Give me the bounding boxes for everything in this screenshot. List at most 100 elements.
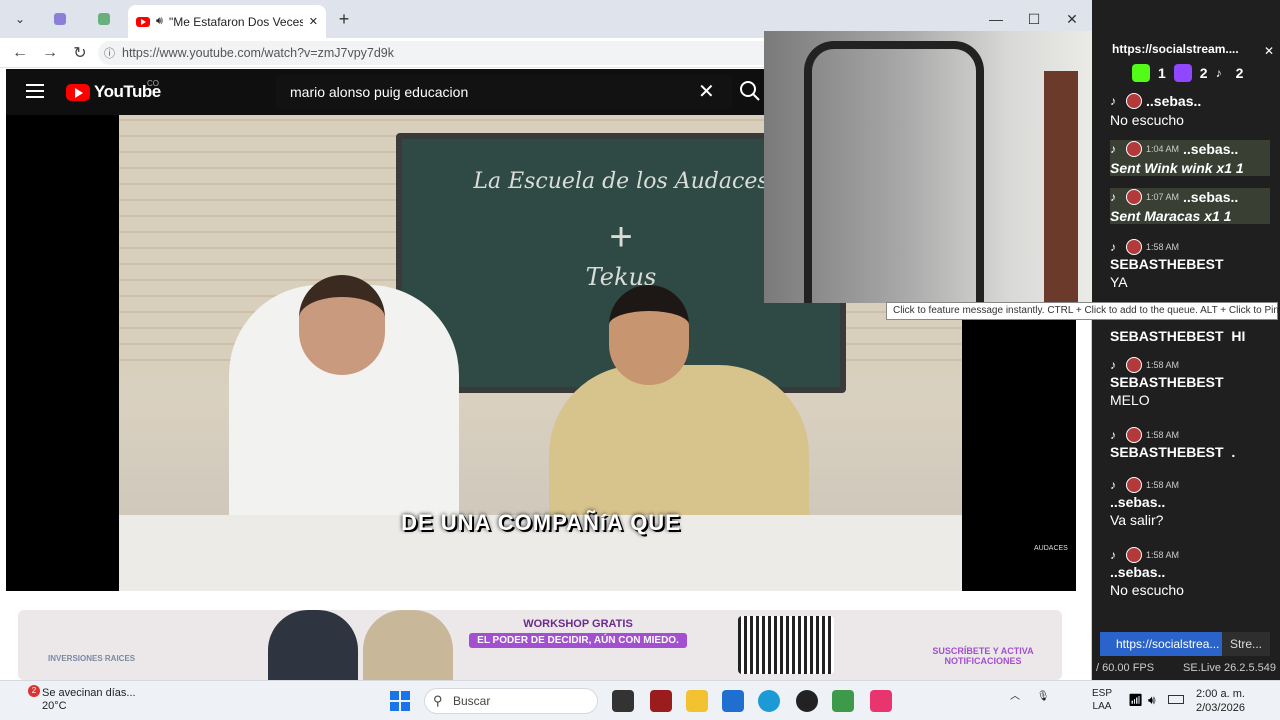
- chat-message[interactable]: ♪ 1:58 AM SEBASTHEBEST MELO: [1110, 356, 1270, 408]
- chat-time: 1:58 AM: [1146, 480, 1180, 490]
- search-icon: ⚲: [433, 693, 443, 708]
- weather-temp: 20°C: [42, 700, 67, 712]
- system-tray[interactable]: ︿ 🎙︎: [1010, 687, 1049, 702]
- chat-message[interactable]: ♪ 1:04 AM ..sebas.. Sent Wink wink x1 1: [1110, 140, 1270, 176]
- chat-time: 1:58 AM: [1146, 550, 1180, 560]
- weather-title: Se avecinan días...: [42, 687, 136, 699]
- chat-username: ..sebas..: [1146, 93, 1202, 109]
- minimize-button[interactable]: —: [980, 6, 1012, 32]
- tiktok-icon: ♪: [1110, 428, 1116, 442]
- clock-time: 2:00 a. m.: [1196, 688, 1245, 700]
- ad-banner[interactable]: INVERSIONES RAICES WORKSHOP GRATIS EL PO…: [18, 610, 1062, 680]
- chat-username: SEBASTHEBEST: [1110, 374, 1224, 390]
- notification-badge: 2: [28, 685, 40, 697]
- tiktok-icon: ♪: [1110, 94, 1116, 108]
- video-caption: DE UNA COMPAÑíA QUE: [401, 510, 681, 535]
- windows-start-icon[interactable]: [390, 691, 410, 711]
- tiktok-count: 2: [1235, 65, 1244, 81]
- close-button[interactable]: ✕: [1056, 6, 1088, 32]
- volume-icon[interactable]: 🔊︎: [1148, 693, 1156, 708]
- chat-username: ..sebas..: [1110, 564, 1166, 580]
- tiktok-live-icon[interactable]: [870, 690, 892, 712]
- qr-code: [738, 616, 834, 674]
- chat-message[interactable]: ♪ 1:07 AM ..sebas.. Sent Maracas x1 1: [1110, 188, 1270, 224]
- edge-icon[interactable]: [758, 690, 780, 712]
- menu-icon[interactable]: [26, 84, 44, 98]
- wifi-icon[interactable]: 📶︎: [1128, 693, 1143, 707]
- dollar-app-icon: [98, 13, 110, 25]
- chat-text: No escucho: [1110, 582, 1184, 598]
- chat-text: MELO: [1110, 392, 1150, 408]
- obs-icon[interactable]: [796, 690, 818, 712]
- chat-text: YA: [1110, 274, 1128, 290]
- chat-time: 1:58 AM: [1146, 360, 1180, 370]
- chat-message[interactable]: SEBASTHEBEST HI: [1110, 328, 1270, 344]
- chat-message[interactable]: ♪ 1:58 AM ..sebas.. No escucho: [1110, 546, 1270, 598]
- tiktok-icon: ♪: [1110, 190, 1116, 204]
- chat-close-icon[interactable]: ✕: [1264, 44, 1274, 58]
- microphone-icon[interactable]: 🎙︎: [1037, 691, 1050, 702]
- tab-close-icon[interactable]: ✕: [309, 15, 318, 28]
- store-icon[interactable]: [722, 690, 744, 712]
- country-code: CO: [147, 79, 159, 88]
- banner-person-1: [268, 610, 358, 680]
- back-arrow-icon[interactable]: ←: [8, 42, 32, 64]
- clock-date: 2/03/2026: [1196, 702, 1245, 714]
- maximize-button[interactable]: ☐: [1018, 6, 1050, 32]
- tab-pinned-1[interactable]: [42, 6, 78, 32]
- youtube-header: YouTube CO mario alonso puig educacion ✕: [6, 69, 766, 115]
- tiktok-icon: ♪: [1110, 240, 1116, 254]
- tiktok-icon: ♪: [1110, 142, 1116, 156]
- clear-search-icon[interactable]: ✕: [698, 79, 715, 104]
- person-left-head: [299, 275, 385, 375]
- avatar: [1126, 547, 1142, 563]
- battery-icon[interactable]: [1168, 695, 1184, 704]
- language-indicator[interactable]: ESP LAA: [1092, 687, 1112, 713]
- url-text: https://www.youtube.com/watch?v=zmJ7vpy7…: [122, 46, 395, 60]
- tab-youtube[interactable]: 🔊︎ "Me Estafaron Dos Veces y ho ✕: [128, 5, 326, 38]
- search-input[interactable]: mario alonso puig educacion: [276, 75, 732, 109]
- chat-time: 1:04 AM: [1146, 144, 1180, 154]
- person-right-head: [609, 285, 689, 385]
- chat-message[interactable]: ♪ ..sebas.. No escucho: [1110, 92, 1270, 128]
- tab-list-button[interactable]: ⌄: [8, 8, 32, 30]
- tiktok-icon: ♪: [1110, 478, 1116, 492]
- speaker-icon[interactable]: 🔊︎: [156, 15, 163, 28]
- chat-message[interactable]: ♪ 1:58 AM ..sebas.. Va salir?: [1110, 476, 1270, 528]
- tab-pinned-2[interactable]: [86, 6, 122, 32]
- camera-app-icon: [54, 13, 66, 25]
- chat-text: .: [1231, 444, 1236, 460]
- banner-brand: INVERSIONES RAICES: [48, 654, 136, 663]
- file-explorer-icon[interactable]: [686, 690, 708, 712]
- site-info-icon[interactable]: ⓘ: [104, 45, 115, 61]
- language-code: ESP: [1092, 688, 1113, 699]
- reload-icon[interactable]: ↻: [68, 42, 92, 64]
- forward-arrow-icon[interactable]: →: [38, 42, 62, 64]
- avatar: [1126, 93, 1142, 109]
- search-placeholder: Buscar: [453, 694, 491, 708]
- youtube-play-icon: [66, 83, 90, 101]
- youtube-favicon-icon: [136, 16, 150, 27]
- task-view-icon[interactable]: [612, 690, 634, 712]
- search-icon[interactable]: [736, 77, 764, 105]
- chevron-up-icon[interactable]: ︿: [1010, 691, 1020, 702]
- webcam-overlay: [764, 31, 1112, 303]
- weather-widget[interactable]: 2 Se avecinan días... 20°C: [16, 685, 136, 713]
- tab-stream[interactable]: Stre...: [1221, 632, 1270, 656]
- chat-message[interactable]: ♪ 1:58 AM SEBASTHEBEST .: [1110, 426, 1270, 460]
- status-line: / 60.00 FPS SE.Live 26.2.5.549: [1092, 662, 1280, 680]
- address-bar[interactable]: ⓘ https://www.youtube.com/watch?v=zmJ7vp…: [98, 41, 778, 65]
- avatar: [1126, 477, 1142, 493]
- tiktok-icon: ♪: [1110, 548, 1116, 562]
- tab-socialstream[interactable]: https://socialstrea...: [1100, 637, 1222, 651]
- taskbar-search[interactable]: ⚲ Buscar: [424, 688, 598, 714]
- avatar: [1126, 357, 1142, 373]
- app-icon[interactable]: [832, 690, 854, 712]
- app-icon[interactable]: [650, 690, 672, 712]
- version-label: SE.Live 26.2.5.549: [1183, 662, 1276, 674]
- clock[interactable]: 2:00 a. m. 2/03/2026: [1196, 687, 1245, 715]
- chat-message[interactable]: ♪ 1:58 AM SEBASTHEBEST YA: [1110, 238, 1270, 290]
- gym-machine: [804, 41, 984, 303]
- chat-url[interactable]: https://socialstream....: [1092, 42, 1280, 62]
- new-tab-button[interactable]: +: [332, 8, 356, 30]
